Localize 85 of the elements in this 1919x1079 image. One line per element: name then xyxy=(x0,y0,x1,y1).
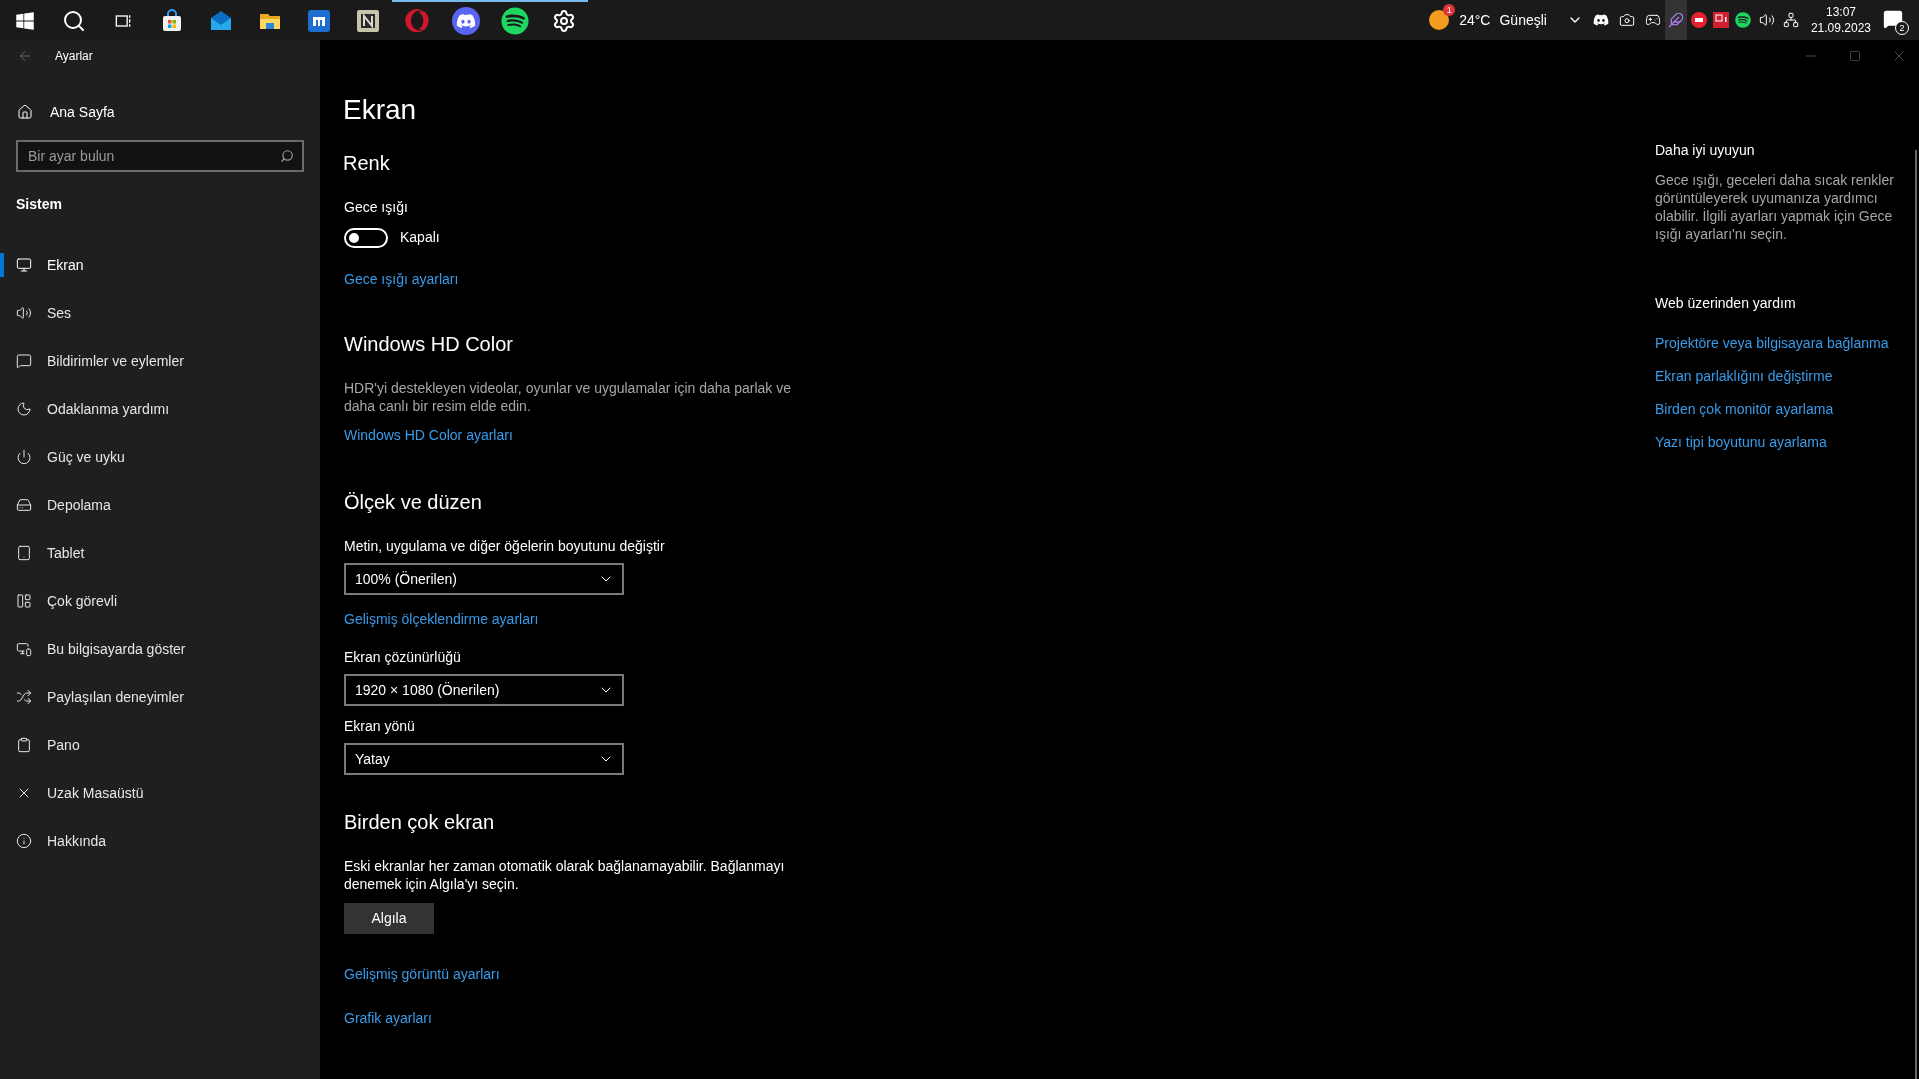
setting-label: Gece ışığı xyxy=(344,198,409,217)
game-controller-icon[interactable] xyxy=(451,7,480,35)
temperature-text: 24°C xyxy=(1459,10,1491,30)
section-heading: Windows HD Color xyxy=(344,332,514,357)
nav-item[interactable]: Güç ve uyku xyxy=(0,433,125,481)
nav-item[interactable]: Ses xyxy=(0,289,72,337)
clipboard-icon xyxy=(16,737,32,753)
settings-link[interactable]: Gece ışığı ayarları xyxy=(344,271,459,287)
dropdown[interactable]: Yatay xyxy=(344,743,624,775)
clock[interactable]: 13:07 21.09.2023 xyxy=(1810,4,1871,36)
page-title: Ekran xyxy=(343,93,418,127)
game-controller-icon[interactable] xyxy=(1592,12,1609,28)
info-icon xyxy=(16,833,32,849)
projector-icon xyxy=(16,641,32,657)
nav-item[interactable]: Bildirimler ve eylemler xyxy=(0,337,184,385)
nav-item[interactable]: Çok görevli xyxy=(0,577,118,625)
nav-item[interactable]: Ekran xyxy=(0,241,84,289)
section-heading: Birden çok ekran xyxy=(344,810,496,835)
nav-item[interactable]: Tablet xyxy=(0,529,85,577)
camera-icon[interactable] xyxy=(1618,12,1635,28)
toggle-switch[interactable] xyxy=(344,227,388,248)
panel-heading: Web üzerinden yardım xyxy=(1655,294,1797,313)
panel-text: Gece ışığı, geceleri daha sıcak renkler görüntüleyerek uyumanıza yardımcı olabilir. İlgili ayarları yapmak için Gece ışığı ayarları'nı seçin. xyxy=(1655,171,1895,243)
weather-text: Güneşli xyxy=(1499,10,1547,30)
notification-icon[interactable] xyxy=(1883,9,1903,29)
settings-link[interactable]: Birden çok monitör ayarlama xyxy=(1655,401,1834,417)
layout-icon xyxy=(16,593,32,609)
round-badge-icon[interactable] xyxy=(1690,12,1707,28)
speaker-icon xyxy=(16,305,32,321)
settings-link[interactable]: Projektöre veya bilgisayara bağlanma xyxy=(1655,335,1889,351)
search-icon[interactable] xyxy=(61,9,86,33)
drive-icon xyxy=(16,497,32,513)
scrollbar[interactable] xyxy=(1915,150,1917,1079)
sound-waves-icon[interactable] xyxy=(500,7,529,35)
tablet-icon xyxy=(16,545,32,561)
dropdown[interactable]: 100% (Önerilen) xyxy=(344,563,624,595)
settings-link[interactable]: Ekran parlaklığını değiştirme xyxy=(1655,368,1833,384)
message-icon xyxy=(16,353,32,369)
toggle-state: Kapalı xyxy=(400,228,440,247)
mail-envelope-icon[interactable] xyxy=(208,9,233,33)
panel-heading: Daha iyi uyuyun xyxy=(1655,141,1756,160)
dropdown[interactable]: 1920 × 1080 (Önerilen) xyxy=(344,674,624,706)
settings-link[interactable]: Gelişmiş ölçeklendirme ayarları xyxy=(344,611,539,627)
nav-item[interactable]: Uzak Masaüstü xyxy=(0,769,144,817)
section-heading: Ölçek ve düzen xyxy=(344,490,483,515)
search-field[interactable]: Bir ayar bulun xyxy=(16,140,304,172)
notification-badge: 1 xyxy=(1443,4,1456,16)
notification-count: 2 xyxy=(1895,21,1909,35)
nav-item[interactable]: Pano xyxy=(0,721,80,769)
nav-item[interactable]: Hakkında xyxy=(0,817,107,865)
description: HDR'yi destekleyen videolar, oyunlar ve uygulamalar için daha parlak ve daha canlı bir resim elde edin. xyxy=(344,379,792,415)
settings-link[interactable]: Windows HD Color ayarları xyxy=(344,427,513,443)
window-title: Ayarlar xyxy=(55,48,93,65)
network-icon[interactable] xyxy=(1782,12,1799,28)
tray-button[interactable] xyxy=(1664,0,1687,40)
field-label: Ekran yönü xyxy=(344,717,416,736)
app-tile-icon[interactable] xyxy=(306,9,331,33)
nav-item[interactable]: Bu bilgisayarda göster xyxy=(0,625,186,673)
settings-link[interactable]: Grafik ayarları xyxy=(344,1010,432,1026)
app-tile-icon[interactable] xyxy=(355,9,380,33)
description: Eski ekranlar her zaman otomatik olarak bağlanamayabilir. Bağlanmayı denemek için Algıla'yı seçin. xyxy=(344,857,786,893)
field-label: Metin, uygulama ve diğer öğelerin boyutunu değiştir xyxy=(344,537,666,556)
shuffle-icon xyxy=(16,689,32,705)
settings-link[interactable]: Gelişmiş görüntü ayarları xyxy=(344,966,500,982)
home-icon xyxy=(17,104,33,120)
home-item[interactable]: Ana Sayfa xyxy=(0,88,320,136)
monitor-icon xyxy=(16,257,32,273)
nav-item[interactable]: Odaklanma yardımı xyxy=(0,385,170,433)
nav-item[interactable]: Paylaşılan deneyimler xyxy=(0,673,184,721)
start-icon[interactable] xyxy=(14,11,35,31)
field-label: Ekran çözünürlüğü xyxy=(344,648,462,667)
sound-waves-icon[interactable] xyxy=(1734,12,1751,28)
sun-icon xyxy=(1427,8,1452,32)
gamepad-icon[interactable] xyxy=(1644,12,1661,28)
feather-icon xyxy=(1667,12,1684,28)
volume-icon[interactable] xyxy=(1758,12,1775,28)
power-icon xyxy=(16,449,32,465)
section-heading: Renk xyxy=(343,151,391,176)
warning-square-icon[interactable] xyxy=(1712,12,1729,28)
detect-button[interactable]: Algıla xyxy=(344,903,434,934)
section-heading: Sistem xyxy=(16,195,63,214)
moon-icon xyxy=(16,401,32,417)
nav-item[interactable]: Depolama xyxy=(0,481,111,529)
settings-icon[interactable] xyxy=(551,9,576,33)
settings-link[interactable]: Yazı tipi boyutunu ayarlama xyxy=(1655,434,1827,450)
